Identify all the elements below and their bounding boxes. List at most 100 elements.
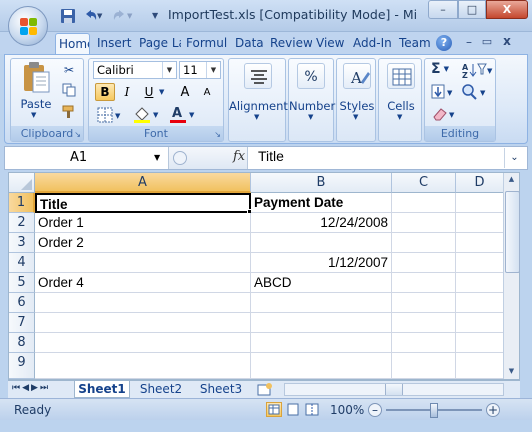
cell-d8[interactable]: [456, 333, 504, 353]
formula-input[interactable]: Title: [258, 148, 284, 164]
cell-c4[interactable]: [392, 253, 456, 273]
row-header-8[interactable]: 8: [9, 333, 35, 353]
clipboard-launcher-icon[interactable]: ↘: [74, 130, 81, 139]
number-button[interactable]: Number: [289, 99, 335, 113]
cut-icon[interactable]: ✂: [59, 61, 79, 79]
h-scroll-thumb[interactable]: [385, 384, 403, 395]
cell-d4[interactable]: [456, 253, 504, 273]
insert-sheet-icon[interactable]: [256, 382, 274, 397]
expand-formula-icon[interactable]: ⌄: [504, 148, 524, 168]
cell-d6[interactable]: [456, 293, 504, 313]
paste-dropdown-icon[interactable]: ▼: [31, 111, 36, 119]
chevron-down-icon[interactable]: ▼: [397, 113, 402, 121]
tab-formulas[interactable]: Formul: [183, 33, 230, 54]
clear-icon[interactable]: ▼: [431, 105, 461, 123]
borders-icon[interactable]: ▼: [97, 107, 123, 123]
cell-b4[interactable]: 1/12/2007: [251, 253, 392, 273]
autosum-icon[interactable]: Σ ▼: [431, 61, 461, 79]
chevron-down-icon[interactable]: ▼: [308, 113, 313, 121]
redo-icon[interactable]: [112, 8, 128, 24]
font-size-combo[interactable]: 11 ▼: [179, 61, 221, 79]
row-header-5[interactable]: 5: [9, 273, 35, 293]
number-format-icon[interactable]: %: [297, 63, 325, 89]
horizontal-scrollbar[interactable]: [284, 383, 504, 396]
font-launcher-icon[interactable]: ↘: [214, 130, 221, 139]
font-name-combo[interactable]: Calibri ▼: [93, 61, 177, 79]
cell-a4[interactable]: [35, 253, 251, 273]
styles-button[interactable]: Styles: [337, 99, 377, 113]
shrink-font-button[interactable]: A: [197, 83, 217, 101]
cell-c7[interactable]: [392, 313, 456, 333]
cell-b8[interactable]: [251, 333, 392, 353]
cell-b6[interactable]: [251, 293, 392, 313]
column-header-c[interactable]: C: [392, 173, 456, 193]
tab-page-layout[interactable]: Page La: [136, 33, 181, 54]
tab-data[interactable]: Data: [232, 33, 266, 54]
cell-a9[interactable]: [35, 353, 251, 379]
cell-c8[interactable]: [392, 333, 456, 353]
sheet-tab-sheet2[interactable]: Sheet2: [132, 381, 190, 398]
undo-dropdown-icon[interactable]: ▼: [97, 12, 105, 28]
cell-b3[interactable]: [251, 233, 392, 253]
paste-icon[interactable]: [19, 61, 53, 95]
zoom-out-icon[interactable]: –: [368, 403, 382, 417]
cells-button[interactable]: Cells: [379, 99, 423, 113]
row-header-1[interactable]: 1: [9, 193, 35, 213]
cell-b9[interactable]: [251, 353, 392, 379]
minimize-button[interactable]: –: [428, 0, 458, 19]
ribbon-minimize-icon[interactable]: –: [462, 35, 476, 49]
alignment-button[interactable]: Alignment: [229, 99, 288, 113]
chevron-down-icon[interactable]: ▼: [162, 62, 176, 78]
alignment-icon[interactable]: [244, 63, 272, 89]
help-icon[interactable]: ?: [436, 35, 452, 51]
column-header-a[interactable]: A: [35, 173, 251, 193]
cell-a8[interactable]: [35, 333, 251, 353]
cell-c6[interactable]: [392, 293, 456, 313]
zoom-slider[interactable]: [386, 403, 482, 418]
sort-filter-icon[interactable]: A Z ▼: [461, 61, 493, 80]
cell-d1[interactable]: [456, 193, 504, 213]
row-header-9[interactable]: 9: [9, 353, 35, 379]
close-button[interactable]: X: [486, 0, 528, 19]
chevron-down-icon[interactable]: ▼: [154, 153, 160, 162]
copy-icon[interactable]: [59, 81, 79, 99]
zoom-in-icon[interactable]: +: [486, 403, 500, 417]
zoom-thumb[interactable]: [430, 403, 438, 418]
select-all-corner[interactable]: [9, 173, 35, 193]
tab-add-ins[interactable]: Add-In: [350, 33, 396, 54]
chevron-down-icon[interactable]: ▼: [206, 62, 220, 78]
vertical-scrollbar[interactable]: ▲ ▼: [503, 173, 520, 379]
cell-d5[interactable]: [456, 273, 504, 293]
cell-a3[interactable]: Order 2: [35, 233, 251, 253]
column-header-b[interactable]: B: [251, 173, 392, 193]
tab-review[interactable]: Review: [267, 33, 312, 54]
tab-home[interactable]: Home: [55, 33, 90, 54]
row-header-4[interactable]: 4: [9, 253, 35, 273]
page-layout-view-icon[interactable]: [285, 402, 301, 417]
row-header-3[interactable]: 3: [9, 233, 35, 253]
expand-circle-icon[interactable]: [173, 151, 187, 165]
chevron-down-icon[interactable]: ▼: [353, 113, 358, 121]
cell-c2[interactable]: [392, 213, 456, 233]
chevron-down-icon[interactable]: ▼: [254, 113, 259, 121]
zoom-level[interactable]: 100%: [330, 403, 364, 417]
tab-team[interactable]: Team: [396, 33, 432, 54]
cell-d2[interactable]: [456, 213, 504, 233]
tab-view[interactable]: View: [313, 33, 348, 54]
name-box[interactable]: A1 ▼: [8, 148, 164, 168]
cell-a5[interactable]: Order 4: [35, 273, 251, 293]
cell-d9[interactable]: [456, 353, 504, 379]
paste-button[interactable]: Paste: [16, 97, 56, 111]
customize-icon[interactable]: ▼: [152, 11, 164, 27]
cell-b5[interactable]: ABCD: [251, 273, 392, 293]
scroll-down-icon[interactable]: ▼: [506, 367, 517, 377]
font-color-icon[interactable]: A ▼: [169, 106, 199, 124]
format-painter-icon[interactable]: [59, 103, 79, 121]
underline-dropdown-icon[interactable]: ▼: [159, 88, 164, 96]
undo-icon[interactable]: [82, 8, 98, 24]
cell-a7[interactable]: [35, 313, 251, 333]
cell-c5[interactable]: [392, 273, 456, 293]
find-select-icon[interactable]: ▼: [461, 83, 493, 101]
cell-a1[interactable]: Title: [35, 193, 251, 213]
sheet-nav-icons[interactable]: ⏮◀▶⏭: [12, 383, 50, 393]
